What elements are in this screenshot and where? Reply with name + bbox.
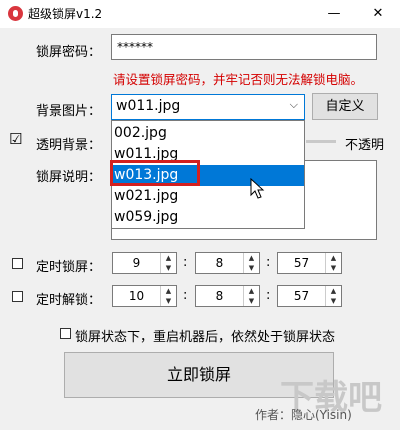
arrow-down-icon[interactable]: ▼ [244,263,259,273]
stepper-value: 8 [215,289,224,303]
arrow-up-icon[interactable]: ▲ [161,286,176,296]
arrow-up-icon[interactable]: ▲ [161,253,176,263]
timed-unlock-hour-stepper[interactable]: 10 ▲ ▼ [112,285,177,307]
time-separator: : [266,288,271,303]
arrow-up-icon[interactable]: ▲ [244,253,259,263]
password-label: 锁屏密码： [36,45,102,60]
restart-lock-checkbox[interactable] [60,328,71,339]
restart-lock-label: 锁屏状态下，重启机器后，依然处于锁屏状态 [75,330,336,345]
stepper-arrows[interactable]: ▲ ▼ [325,253,341,273]
stepper-value: 57 [293,289,310,303]
timed-lock-label: 定时锁屏： [36,260,102,275]
timed-unlock-second-stepper[interactable]: 57 ▲ ▼ [277,285,342,307]
arrow-down-icon[interactable]: ▼ [326,263,341,273]
stepper-arrows[interactable]: ▲ ▼ [325,286,341,306]
stepper-value: 10 [128,289,145,303]
stepper-arrows[interactable]: ▲ ▼ [160,286,176,306]
time-separator: : [266,255,271,270]
arrow-down-icon[interactable]: ▼ [161,263,176,273]
timed-lock-checkbox[interactable] [12,258,23,269]
dropdown-option[interactable]: 002.jpg [112,123,304,144]
timed-lock-second-stepper[interactable]: 57 ▲ ▼ [277,252,342,274]
background-selected-value: w011.jpg [116,98,181,114]
password-input[interactable]: ****** [111,34,377,60]
arrow-down-icon[interactable]: ▼ [244,296,259,306]
window-title: 超级锁屏v1.2 [28,7,103,21]
opaque-label: 不透明 [345,138,385,153]
password-warning: 请设置锁屏密码，并牢记否则无法解锁电脑。 [113,72,364,87]
mouse-cursor-icon [250,178,265,199]
arrow-down-icon[interactable]: ▼ [326,296,341,306]
timed-lock-hour-stepper[interactable]: 9 ▲ ▼ [112,252,177,274]
stepper-arrows[interactable]: ▲ ▼ [243,253,259,273]
dropdown-option[interactable]: w059.jpg [112,207,304,228]
time-separator: : [183,255,188,270]
background-label: 背景图片： [36,104,102,119]
time-separator: : [183,288,188,303]
arrow-up-icon[interactable]: ▲ [326,253,341,263]
background-select[interactable]: w011.jpg ⌵ [111,94,305,120]
timed-unlock-label: 定时解锁： [36,293,102,308]
opacity-slider[interactable] [306,140,336,143]
stepper-arrows[interactable]: ▲ ▼ [160,253,176,273]
stepper-value: 9 [132,256,141,270]
arrow-up-icon[interactable]: ▲ [326,286,341,296]
highlight-box [110,160,200,186]
transparent-checkbox[interactable]: ☑ [9,131,22,147]
minimize-button[interactable]: — [312,0,356,28]
arrow-down-icon[interactable]: ▼ [161,296,176,306]
lock-description-label: 锁屏说明： [36,170,102,185]
app-icon [8,6,23,21]
chevron-down-icon: ⌵ [289,98,298,111]
stepper-arrows[interactable]: ▲ ▼ [243,286,259,306]
timed-unlock-minute-stepper[interactable]: 8 ▲ ▼ [195,285,260,307]
timed-unlock-checkbox[interactable] [12,291,23,302]
close-button[interactable]: ✕ [356,0,400,28]
author-label: 作者：隐心(Yisin) [255,408,352,422]
dropdown-option[interactable]: w021.jpg [112,186,304,207]
stepper-value: 8 [215,256,224,270]
password-value: ****** [117,40,153,54]
timed-lock-minute-stepper[interactable]: 8 ▲ ▼ [195,252,260,274]
transparent-label: 透明背景： [36,138,102,153]
arrow-up-icon[interactable]: ▲ [244,286,259,296]
stepper-value: 57 [293,256,310,270]
custom-background-button[interactable]: 自定义 [312,93,378,120]
